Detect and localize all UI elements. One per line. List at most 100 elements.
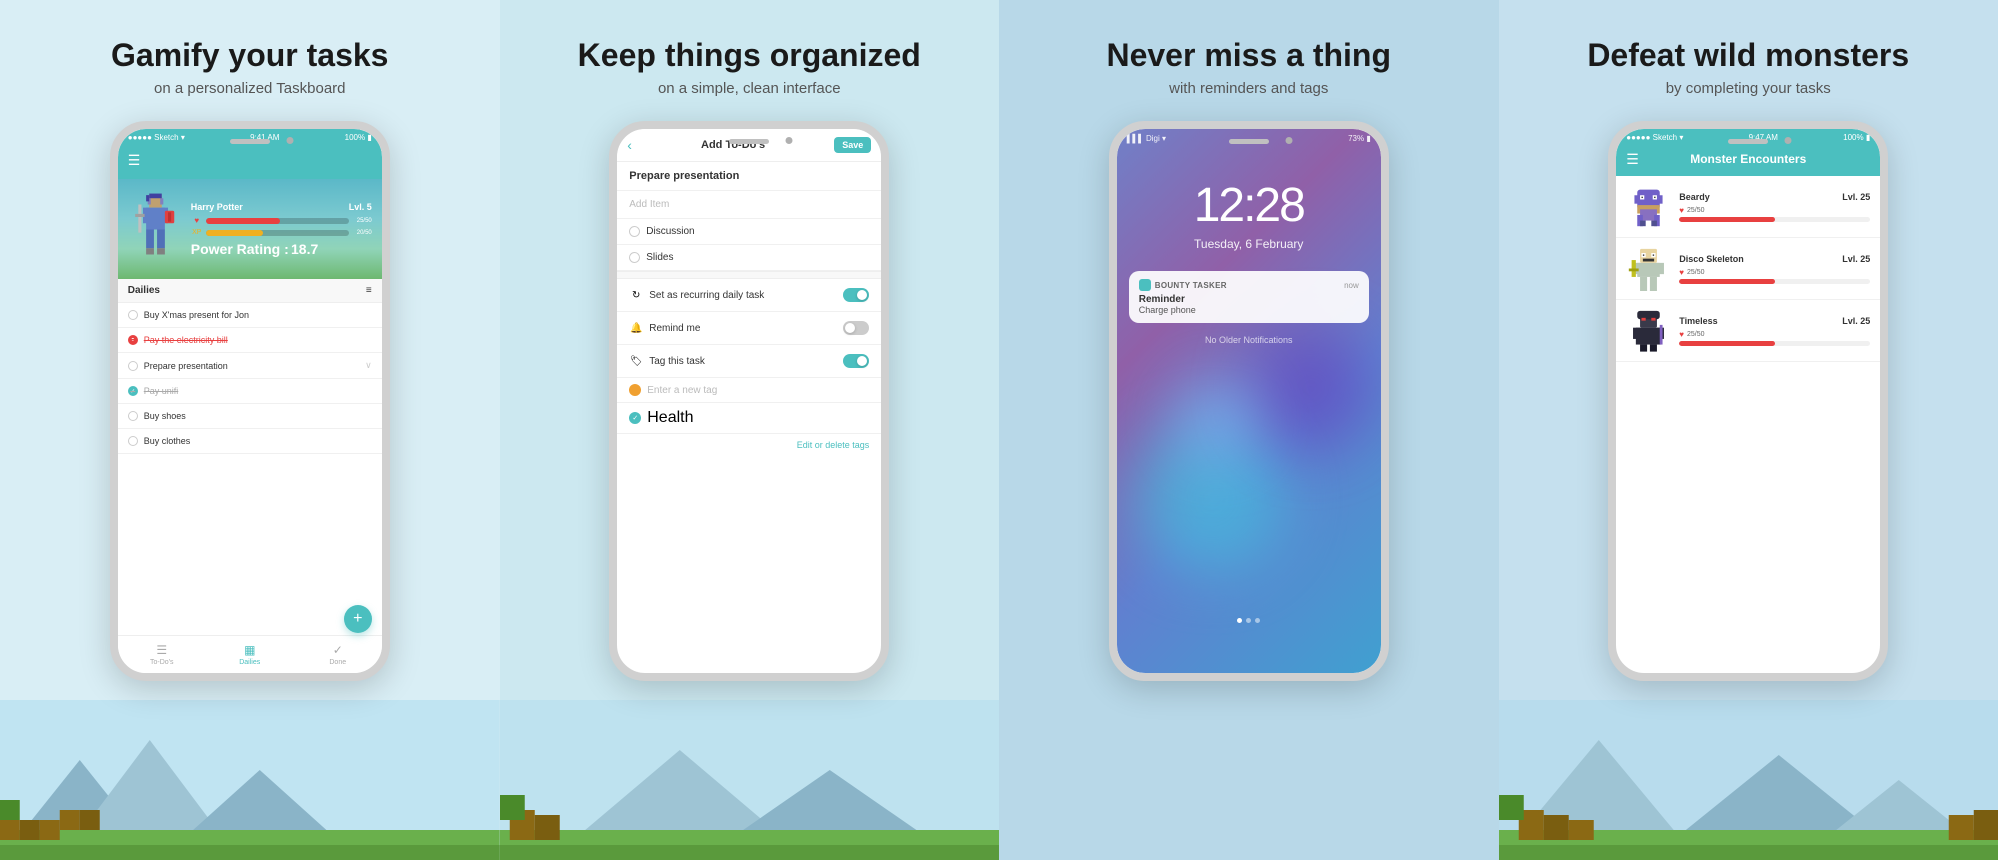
hamburger-icon[interactable]: ☰ <box>128 152 141 169</box>
panel-3-title: Never miss a thing <box>1106 36 1391 74</box>
disco-skeleton-info: Disco Skeleton Lvl. 25 ♥ 25/50 <box>1679 254 1870 284</box>
checklist-circle-1 <box>629 226 640 237</box>
task-text-6: Buy clothes <box>144 436 191 446</box>
tab-todos[interactable]: ☰ To-Do's <box>118 643 206 666</box>
tag-input-row: Enter a new tag <box>617 378 881 403</box>
toggle-knob-3 <box>857 356 867 366</box>
task-item-shoes[interactable]: Buy shoes <box>118 404 382 429</box>
todos-tab-icon: ☰ <box>156 643 167 657</box>
char-level: Lvl. 5 <box>349 202 372 212</box>
xp-bar-fill <box>206 230 263 236</box>
timeless-hp-row: ♥ 25/50 <box>1679 330 1870 339</box>
phone-screen-3: ▌▌▌ Digi ▾ 73% ▮ 12:28 Tuesday, 6 Februa… <box>1117 129 1381 673</box>
power-rating: Power Rating : 18.7 <box>191 241 372 257</box>
disco-hp-row: ♥ 25/50 <box>1679 268 1870 277</box>
tab-done-label: Done <box>329 659 346 666</box>
phone-screen-4: ●●●●● Sketch ▾ 9:47 AM 100% ▮ ☰ Monster … <box>1616 129 1880 673</box>
xp-stat-icon: XP <box>191 228 203 238</box>
panel-reminders: Never miss a thing with reminders and ta… <box>999 0 1499 860</box>
tab-done[interactable]: ✓ Done <box>294 643 382 666</box>
disco-hp-text: 25/50 <box>1687 269 1705 276</box>
phone-frame-2: ‹ Add To-Do's Save Prepare presentation … <box>609 121 889 681</box>
filter-icon[interactable]: ≡ <box>366 285 372 296</box>
toggle-knob-2 <box>845 323 855 333</box>
phone-frame-3: ▌▌▌ Digi ▾ 73% ▮ 12:28 Tuesday, 6 Februa… <box>1109 121 1389 681</box>
task-item-presentation[interactable]: Prepare presentation ∨ <box>118 353 382 379</box>
done-tab-icon: ✓ <box>333 643 343 657</box>
add-item-placeholder[interactable]: Add Item <box>617 191 881 219</box>
notif-title: Reminder <box>1139 294 1359 305</box>
tab-dailies[interactable]: ▦ Dailies <box>206 643 294 666</box>
recurring-toggle[interactable] <box>843 288 869 302</box>
beardy-info: Beardy Lvl. 25 ♥ 25/50 <box>1679 192 1870 222</box>
task-item[interactable]: Buy X'mas present for Jon <box>118 303 382 328</box>
checklist-item-1[interactable]: Discussion <box>617 219 881 245</box>
disco-name: Disco Skeleton <box>1679 254 1744 264</box>
task-circle-6 <box>128 436 138 446</box>
no-older-text: No Older Notifications <box>1205 335 1293 345</box>
tag-input[interactable]: Enter a new tag <box>647 385 717 396</box>
task-circle-5 <box>128 411 138 421</box>
panel-1-title: Gamify your tasks <box>111 36 388 74</box>
disco-heart: ♥ <box>1679 268 1684 277</box>
character-sprite <box>128 192 183 267</box>
recurring-label: Set as recurring daily task <box>649 290 837 301</box>
monster-item-3[interactable]: Timeless Lvl. 25 ♥ 25/50 <box>1616 300 1880 362</box>
panel-3-subtitle: with reminders and tags <box>1169 80 1328 97</box>
bg-landscape-4 <box>1499 700 1998 860</box>
panel-gamify: Gamify your tasks on a personalized Task… <box>0 0 500 860</box>
recurring-toggle-row: ↻ Set as recurring daily task <box>617 279 881 312</box>
remind-label: Remind me <box>649 323 837 334</box>
xp-bar-bg <box>206 230 349 236</box>
notification-card: BOUNTY TASKER now Reminder Charge phone <box>1129 271 1369 323</box>
tag-color-dot <box>629 384 641 396</box>
xp-label: 20/50 <box>352 230 372 236</box>
checklist-text-2: Slides <box>646 252 673 263</box>
toggle-knob-1 <box>857 290 867 300</box>
health-tag-row[interactable]: ✓ Health <box>617 403 881 434</box>
beardy-hp-row: ♥ 25/50 <box>1679 206 1870 215</box>
monster-list: Beardy Lvl. 25 ♥ 25/50 <box>1616 176 1880 362</box>
disco-hp-fill <box>1679 279 1775 284</box>
panel-4-title: Defeat wild monsters <box>1587 36 1909 74</box>
timeless-heart: ♥ <box>1679 330 1684 339</box>
section-divider-1 <box>617 271 881 279</box>
save-button[interactable]: Save <box>834 137 871 153</box>
tag-toggle[interactable] <box>843 354 869 368</box>
tag-label: Tag this task <box>649 356 837 367</box>
power-label: Power Rating : <box>191 241 289 257</box>
dailies-header: Dailies ≡ <box>118 279 382 303</box>
s4-hamburger-icon[interactable]: ☰ <box>1626 151 1639 168</box>
task-item-overdue[interactable]: ● Pay the electricity bill <box>118 328 382 353</box>
add-task-fab[interactable]: + <box>344 605 372 633</box>
task-item-checked[interactable]: ✓ Pay unifi <box>118 379 382 404</box>
recurring-icon: ↻ <box>629 290 643 301</box>
beardy-level: Lvl. 25 <box>1842 192 1870 202</box>
checklist-circle-2 <box>629 252 640 263</box>
monster-item-2[interactable]: Disco Skeleton Lvl. 25 ♥ 25/50 <box>1616 238 1880 300</box>
task-text-5: Buy shoes <box>144 411 186 421</box>
add-todo-title: Add To-Do's <box>701 139 765 151</box>
timeless-name-level: Timeless Lvl. 25 <box>1679 316 1870 326</box>
panel-1-subtitle: on a personalized Taskboard <box>154 80 346 97</box>
timeless-hp-fill <box>1679 341 1775 346</box>
task-text-2: Pay the electricity bill <box>144 335 228 345</box>
remind-toggle[interactable] <box>843 321 869 335</box>
hp-bar-row: ♥ 25/50 <box>191 216 372 226</box>
bell-icon: 🔔 <box>629 323 643 334</box>
phone-screen-1: ●●●●● Sketch ▾ 9:41 AM 100% ▮ ☰ <box>118 129 382 673</box>
checklist-item-2[interactable]: Slides <box>617 245 881 271</box>
back-button[interactable]: ‹ <box>627 137 632 153</box>
task-item-clothes[interactable]: Buy clothes <box>118 429 382 454</box>
monster-item-1[interactable]: Beardy Lvl. 25 ♥ 25/50 <box>1616 176 1880 238</box>
task-circle-3 <box>128 361 138 371</box>
task-text-3: Prepare presentation <box>144 361 228 371</box>
chevron-icon: ∨ <box>365 360 372 371</box>
disco-skeleton-sprite <box>1626 246 1671 291</box>
edit-tags-link[interactable]: Edit or delete tags <box>617 434 881 456</box>
bg-landscape-1 <box>0 700 500 860</box>
beardy-hp-fill <box>1679 217 1775 222</box>
blur-circle-3 <box>1177 379 1257 459</box>
notif-header: BOUNTY TASKER now <box>1139 279 1359 291</box>
lock-time: 12:28 <box>1194 178 1304 233</box>
